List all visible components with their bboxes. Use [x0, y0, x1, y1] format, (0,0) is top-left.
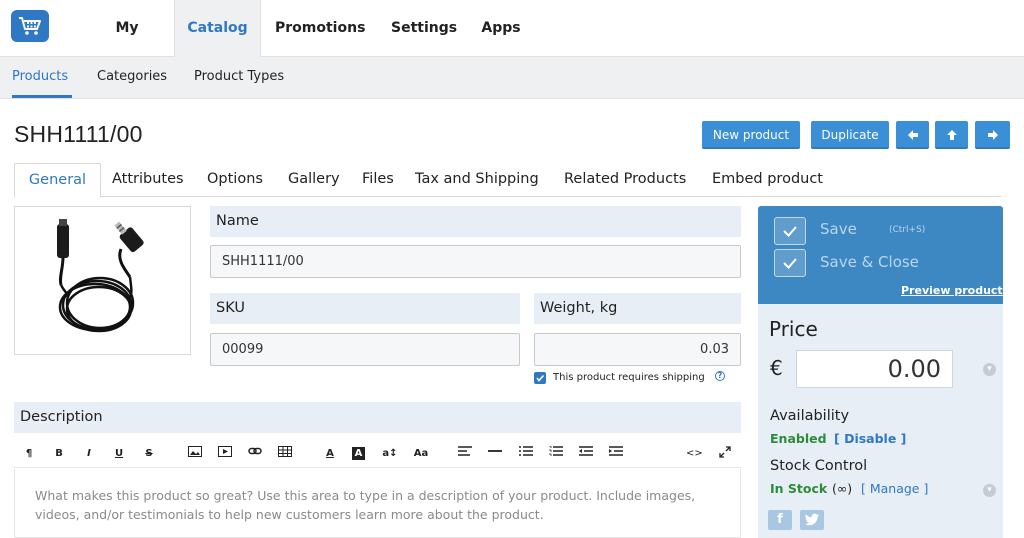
disable-link[interactable]: [ Disable ] — [834, 431, 906, 446]
preview-product-link[interactable]: Preview product — [901, 284, 1003, 297]
chevron-down-icon[interactable]: ▾ — [983, 363, 996, 376]
description-placeholder: What makes this product so great? Use th… — [35, 488, 696, 522]
shipping-checkbox-label: This product requires shipping — [553, 372, 705, 383]
weight-label: Weight, kg — [534, 293, 741, 324]
arrow-up-icon — [946, 130, 957, 140]
insert-video-icon[interactable] — [217, 446, 233, 462]
unordered-list-icon[interactable] — [518, 446, 534, 462]
save-panel: Save (Ctrl+S) Save & Close Preview produ… — [758, 206, 1003, 304]
tab-general[interactable]: General — [14, 163, 101, 198]
currency-symbol: € — [770, 356, 783, 380]
help-icon[interactable]: ? — [715, 371, 725, 381]
top-navigation: My Sales Catalog Promotions Settings App… — [0, 0, 1024, 92]
stock-chevron-down-icon[interactable]: ▾ — [983, 484, 996, 497]
price-title: Price — [769, 317, 818, 341]
subnav-products[interactable]: Products — [12, 57, 72, 98]
cart-logo-icon[interactable] — [11, 10, 49, 42]
price-input[interactable]: 0.00 — [796, 350, 953, 388]
font-size-icon[interactable]: a↕ — [382, 446, 398, 462]
font-family-icon[interactable]: Aa — [413, 446, 429, 462]
strikethrough-icon[interactable]: S — [141, 446, 157, 462]
arrow-right-icon — [987, 130, 998, 140]
stock-status: In Stock — [770, 481, 828, 496]
nav-tab-promotions[interactable]: Promotions — [275, 0, 365, 57]
nav-tab-my-sales[interactable]: My Sales — [94, 0, 160, 92]
underline-icon[interactable]: U — [111, 446, 127, 462]
sku-input[interactable]: 00099 — [210, 333, 520, 366]
new-product-button[interactable]: New product — [702, 121, 800, 149]
up-product-button[interactable] — [935, 121, 968, 149]
save-close-checkbox-icon[interactable] — [774, 249, 806, 277]
insert-table-icon[interactable] — [277, 446, 293, 462]
tab-tax-and-shipping[interactable]: Tax and Shipping — [415, 163, 539, 197]
subnav-categories[interactable]: Categories — [97, 57, 167, 98]
text-color-icon[interactable]: A — [322, 446, 338, 462]
twitter-icon[interactable] — [800, 510, 824, 530]
stock-infinity: (∞) — [832, 481, 853, 496]
tab-gallery[interactable]: Gallery — [288, 163, 340, 197]
save-close-button[interactable]: Save & Close — [820, 253, 919, 271]
save-shortcut: (Ctrl+S) — [889, 225, 926, 235]
bold-icon[interactable]: B — [51, 446, 67, 462]
checkmark-icon — [536, 374, 545, 382]
manage-link[interactable]: [ Manage ] — [861, 481, 928, 496]
save-checkbox-icon[interactable] — [774, 217, 806, 245]
sku-label: SKU — [210, 293, 520, 324]
insert-link-icon[interactable] — [247, 446, 263, 462]
name-input[interactable]: SHH1111/00 — [210, 245, 741, 278]
code-view-icon[interactable]: <> — [686, 446, 703, 462]
availability-status: Enabled — [770, 431, 827, 446]
ordered-list-icon[interactable] — [548, 445, 564, 462]
save-button[interactable]: Save — [820, 220, 857, 238]
name-label: Name — [210, 206, 741, 237]
editor-toolbar: ¶ B I U S A A a↕ Aa <> — [14, 440, 741, 468]
page-title: SHH1111/00 — [14, 121, 143, 147]
sub-navigation: Products Categories Product Types — [0, 57, 1024, 99]
horizontal-line-icon[interactable] — [487, 446, 503, 462]
shipping-checkbox[interactable] — [534, 372, 546, 384]
tab-attributes[interactable]: Attributes — [112, 163, 184, 197]
price-panel: Price € 0.00 ▾ Availability Enabled [ Di… — [758, 304, 1003, 538]
subnav-product-types[interactable]: Product Types — [194, 57, 284, 98]
description-editor[interactable]: What makes this product so great? Use th… — [14, 469, 741, 538]
tab-related-products[interactable]: Related Products — [564, 163, 686, 197]
italic-icon[interactable]: I — [81, 446, 97, 462]
facebook-icon[interactable]: f — [768, 510, 792, 530]
description-label: Description — [14, 402, 741, 433]
arrow-left-icon — [907, 130, 918, 140]
next-product-button[interactable] — [975, 121, 1010, 149]
stock-control-label: Stock Control — [770, 458, 868, 474]
tab-options[interactable]: Options — [207, 163, 263, 197]
product-image[interactable] — [14, 206, 191, 355]
indent-icon[interactable] — [608, 446, 624, 462]
paragraph-format-icon[interactable]: ¶ — [21, 446, 37, 462]
duplicate-button[interactable]: Duplicate — [811, 121, 889, 149]
background-color-icon[interactable]: A — [352, 447, 365, 460]
nav-tab-catalog[interactable]: Catalog — [174, 0, 261, 58]
outdent-icon[interactable] — [578, 446, 594, 462]
nav-tab-settings[interactable]: Settings — [391, 0, 457, 57]
product-tabs: General Attributes Options Gallery Files… — [14, 163, 1001, 198]
align-icon[interactable] — [457, 446, 473, 462]
nav-tab-apps[interactable]: Apps — [481, 0, 521, 57]
fullscreen-icon[interactable] — [717, 446, 733, 462]
availability-label: Availability — [770, 408, 850, 424]
cable-image — [57, 219, 144, 333]
tab-embed-product[interactable]: Embed product — [712, 163, 823, 197]
tab-files[interactable]: Files — [362, 163, 394, 197]
insert-image-icon[interactable] — [187, 446, 203, 462]
previous-product-button[interactable] — [896, 121, 929, 149]
weight-input[interactable]: 0.03 — [534, 333, 741, 366]
